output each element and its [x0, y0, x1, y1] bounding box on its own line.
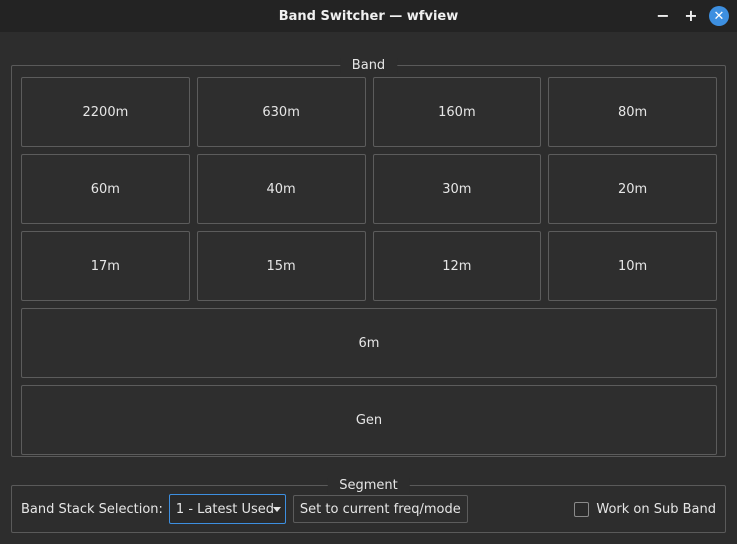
segment-group: Segment Band Stack Selection: 1 - Latest…: [11, 478, 726, 533]
maximize-button[interactable]: +: [681, 6, 701, 26]
band-group-title: Band: [339, 58, 398, 73]
minimize-button[interactable]: −: [653, 6, 673, 26]
band-button-17m[interactable]: 17m: [21, 231, 190, 301]
set-current-button[interactable]: Set to current freq/mode: [292, 495, 468, 523]
band-button-10m[interactable]: 10m: [548, 231, 717, 301]
band-button-20m[interactable]: 20m: [548, 154, 717, 224]
band-button-6m[interactable]: 6m: [21, 308, 717, 378]
segment-row: Band Stack Selection: 1 - Latest Used Se…: [21, 494, 716, 524]
sub-band-checkbox[interactable]: [574, 501, 590, 517]
band-button-15m[interactable]: 15m: [196, 231, 366, 301]
band-button-12m[interactable]: 12m: [372, 231, 542, 301]
band-group: Band 2200m 630m 160m 80m 60m 40m 30m 20m…: [11, 58, 726, 457]
chevron-down-icon: [272, 507, 281, 512]
band-button-grid: 2200m 630m 160m 80m 60m 40m 30m 20m 17m …: [21, 77, 717, 455]
sub-band-toggle[interactable]: Work on Sub Band: [574, 501, 716, 517]
sub-band-label: Work on Sub Band: [596, 501, 716, 517]
band-button-gen[interactable]: Gen: [21, 385, 717, 455]
band-stack-value: 1 - Latest Used: [175, 501, 274, 517]
band-button-40m[interactable]: 40m: [196, 154, 366, 224]
band-button-160m[interactable]: 160m: [372, 77, 542, 147]
band-button-60m[interactable]: 60m: [21, 154, 190, 224]
segment-group-title: Segment: [327, 478, 410, 493]
band-stack-select[interactable]: 1 - Latest Used: [168, 494, 286, 524]
window-controls: − + ✕: [653, 6, 729, 26]
title-bar: Band Switcher — wfview − + ✕: [0, 0, 737, 32]
band-button-630m[interactable]: 630m: [196, 77, 366, 147]
window-title: Band Switcher — wfview: [278, 8, 459, 24]
band-button-80m[interactable]: 80m: [548, 77, 717, 147]
band-stack-label: Band Stack Selection:: [21, 501, 163, 517]
close-button[interactable]: ✕: [709, 6, 729, 26]
band-button-2200m[interactable]: 2200m: [21, 77, 190, 147]
band-button-30m[interactable]: 30m: [372, 154, 542, 224]
